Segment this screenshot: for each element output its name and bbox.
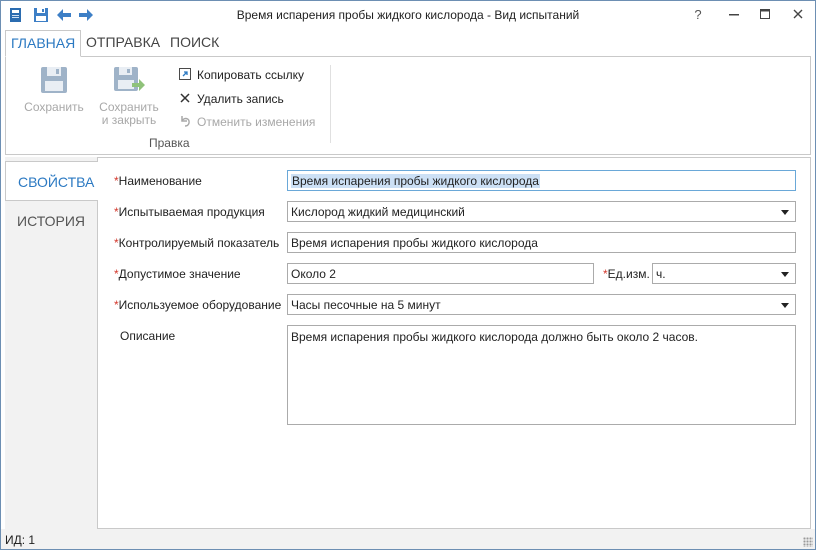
unit-value: ч. (656, 267, 666, 281)
save-and-close-label-1: Сохранить (99, 100, 159, 114)
name-value: Время испарения пробы жидкого кислорода (291, 174, 540, 188)
indicator-label-text: Контролируемый показатель (118, 236, 280, 250)
description-value: Время испарения пробы жидкого кислорода … (291, 330, 698, 344)
forward-arrow-icon[interactable] (77, 6, 95, 24)
allowed-value-label-text: Допустимое значение (118, 267, 241, 281)
maximize-button[interactable] (752, 5, 778, 25)
tab-main[interactable]: ГЛАВНАЯ (5, 30, 82, 57)
copy-link-label: Копировать ссылку (197, 68, 304, 82)
save-and-close-icon (114, 67, 145, 91)
allowed-value: Около 2 (291, 267, 336, 281)
allowed-value-label: *Допустимое значение (114, 267, 241, 281)
save-icon (41, 67, 67, 93)
equipment-select[interactable]: Часы песочные на 5 минут (287, 294, 796, 315)
ribbon-tabs: ГЛАВНАЯ ОТПРАВКА ПОИСК (1, 30, 815, 57)
save-icon[interactable] (32, 6, 50, 24)
product-label-text: Испытываемая продукция (118, 205, 265, 219)
name-label: *Наименование (114, 174, 202, 188)
help-button[interactable]: ? (685, 5, 711, 25)
save-label: Сохранить (24, 100, 84, 114)
name-field[interactable]: Время испарения пробы жидкого кислорода (287, 170, 796, 191)
minimize-icon (729, 14, 739, 16)
chevron-down-icon (781, 303, 789, 308)
minimize-button[interactable] (721, 5, 747, 25)
equipment-value: Часы песочные на 5 минут (291, 298, 441, 312)
back-arrow-icon[interactable] (55, 6, 73, 24)
title-bar: Время испарения пробы жидкого кислорода … (1, 1, 815, 30)
close-icon (793, 9, 803, 19)
tab-send[interactable]: ОТПРАВКА (81, 30, 165, 57)
app-icon (10, 8, 21, 22)
indicator-field[interactable]: Время испарения пробы жидкого кислорода (287, 232, 796, 253)
name-label-text: Наименование (118, 174, 202, 188)
equipment-label: *Используемое оборудование (114, 298, 281, 312)
product-label: *Испытываемая продукция (114, 205, 265, 219)
save-button[interactable]: Сохранить (22, 65, 86, 114)
properties-panel: *Наименование Время испарения пробы жидк… (97, 157, 811, 529)
undo-changes-label: Отменить изменения (197, 115, 316, 129)
product-select[interactable]: Кислород жидкий медицинский (287, 201, 796, 222)
unit-label-text: Ед.изм. (607, 267, 650, 281)
ribbon-group-separator (330, 65, 331, 143)
equipment-label-text: Используемое оборудование (118, 298, 282, 312)
allowed-value-field[interactable]: Около 2 (287, 263, 594, 284)
unit-select[interactable]: ч. (652, 263, 796, 284)
tab-search[interactable]: ПОИСК (165, 30, 224, 57)
indicator-value: Время испарения пробы жидкого кислорода (291, 236, 538, 250)
chevron-down-icon (781, 272, 789, 277)
tab-history[interactable]: ИСТОРИЯ (5, 201, 97, 241)
undo-icon (181, 116, 190, 127)
resize-grip-icon[interactable] (803, 537, 813, 547)
application-window: Время испарения пробы жидкого кислорода … (0, 0, 816, 550)
save-and-close-button[interactable]: Сохранить и закрыть (96, 65, 162, 127)
ribbon-panel: Сохранить Сохранить и закрыть Копировать… (5, 56, 811, 155)
save-and-close-label-2: и закрыть (101, 113, 157, 127)
indicator-label: *Контролируемый показатель (114, 236, 279, 250)
product-value: Кислород жидкий медицинский (291, 205, 465, 219)
copy-link-icon (179, 68, 191, 80)
close-button[interactable] (785, 5, 811, 25)
tab-properties[interactable]: СВОЙСТВА (5, 161, 98, 201)
maximize-icon (760, 9, 770, 19)
record-id: ИД: 1 (5, 533, 36, 547)
status-bar: ИД: 1 (1, 529, 815, 549)
description-textarea[interactable]: Время испарения пробы жидкого кислорода … (287, 325, 796, 425)
description-label: Описание (120, 329, 176, 343)
chevron-down-icon (781, 210, 789, 215)
delete-record-label: Удалить запись (197, 92, 284, 106)
unit-label: *Ед.изм. (603, 267, 650, 281)
delete-icon (180, 93, 190, 103)
ribbon-group-label: Правка (149, 136, 190, 150)
